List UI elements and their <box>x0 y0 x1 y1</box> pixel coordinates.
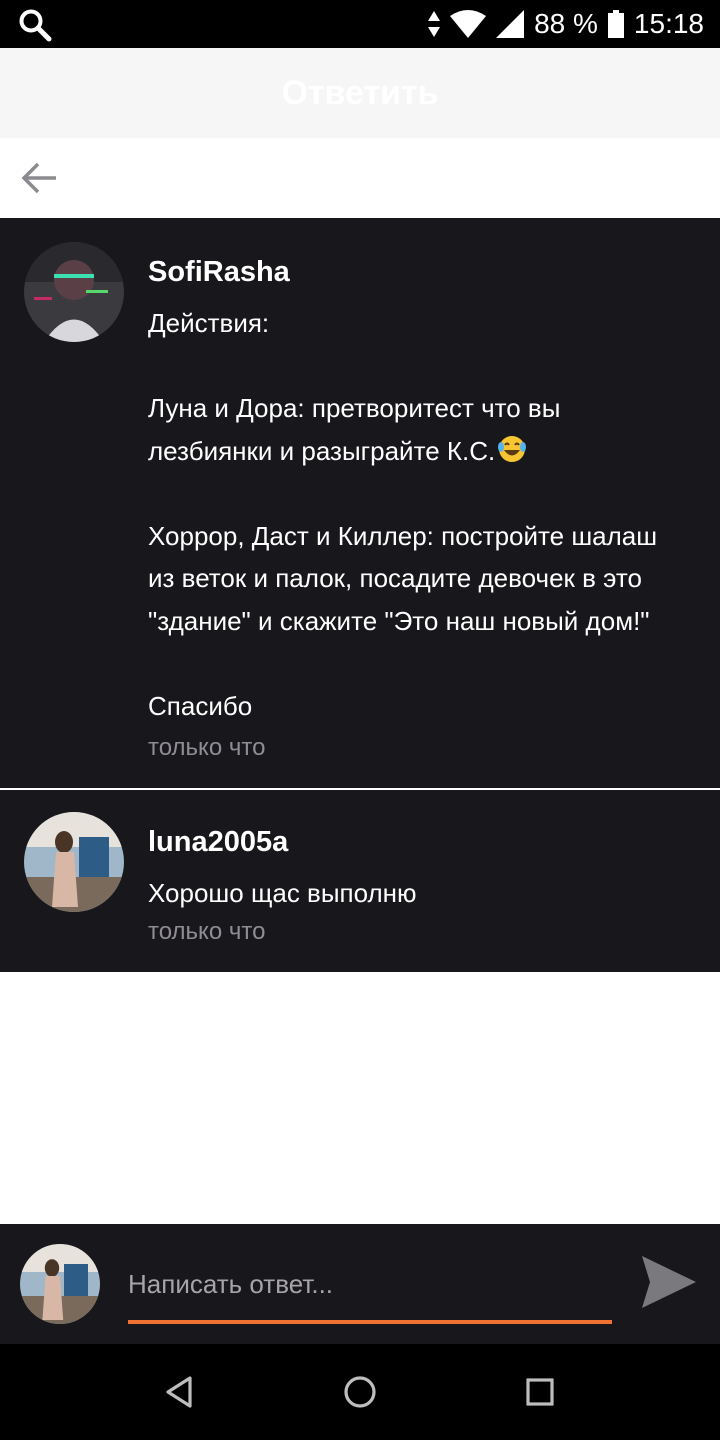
comment: SofiRasha Действия: Луна и Дора: претвор… <box>0 218 720 788</box>
text-line: из веток и палок, посадите девочек в это <box>148 563 642 593</box>
text-gap <box>148 472 706 515</box>
search-icon[interactable] <box>18 8 52 42</box>
data-arrows-icon <box>428 11 441 37</box>
nav-recents-button[interactable] <box>522 1374 558 1410</box>
nav-back-button[interactable] <box>162 1374 198 1410</box>
text-line: "здание" и скажите "Это наш новый дом!" <box>148 605 650 636</box>
back-button[interactable] <box>20 160 60 196</box>
square-recents-icon <box>526 1378 554 1406</box>
comment-author[interactable]: SofiRasha <box>148 256 290 289</box>
wifi-icon <box>450 10 487 38</box>
battery-icon <box>607 10 624 38</box>
nav-home-button[interactable] <box>342 1374 378 1410</box>
reply-bar <box>0 1224 720 1344</box>
text-line: Хорошо щас выполню <box>148 878 417 908</box>
send-button[interactable] <box>640 1254 698 1310</box>
page-title: Ответить <box>281 73 439 112</box>
triangle-back-icon <box>166 1376 192 1408</box>
status-indicators: 88 % 15:18 <box>428 0 704 48</box>
comment-timestamp: только что <box>148 734 266 761</box>
reply-input[interactable] <box>128 1262 612 1306</box>
input-underline <box>128 1320 612 1324</box>
comment-text: Хорошо щас выполню <box>148 872 706 915</box>
status-bar: 88 % 15:18 <box>0 0 720 48</box>
comment-timestamp: только что <box>148 918 266 945</box>
text-line: Спасибо <box>148 690 253 721</box>
text-gap <box>148 345 706 388</box>
circle-home-icon <box>344 1376 376 1408</box>
text-line: Луна и Дора: претворитест что вы <box>148 393 561 423</box>
send-icon <box>642 1256 696 1308</box>
comment-text: Действия: Луна и Дора: претворитест что … <box>148 302 706 727</box>
toolbar <box>0 138 720 218</box>
text-line: лезбиянки и разыграйте К.С. <box>148 430 706 473</box>
text-line: Действия: <box>148 308 270 338</box>
text-line: Хоррор, Даст и Киллер: постройте шалаш <box>148 520 658 551</box>
comment: luna2005a Хорошо щас выполню только что <box>0 790 720 972</box>
avatar[interactable] <box>24 812 124 912</box>
clock: 15:18 <box>633 8 704 39</box>
battery-percent: 88 % <box>534 8 598 39</box>
header: Ответить <box>0 48 720 138</box>
system-nav-bar <box>0 1344 720 1440</box>
face-with-tears-of-joy-icon <box>498 435 527 462</box>
arrow-left-icon <box>21 162 56 194</box>
comment-author[interactable]: luna2005a <box>148 826 288 859</box>
text-line-content: лезбиянки и разыграйте К.С. <box>148 435 496 466</box>
signal-icon <box>496 10 525 38</box>
text-gap <box>148 642 706 685</box>
avatar <box>20 1244 100 1324</box>
avatar[interactable] <box>24 242 124 342</box>
